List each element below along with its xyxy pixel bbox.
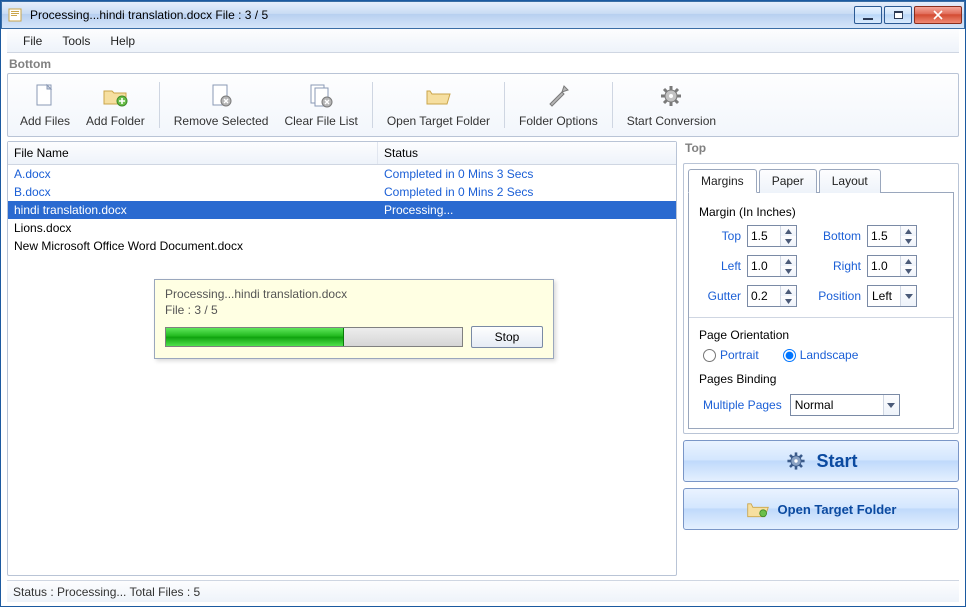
spin-down-icon[interactable] [781,236,796,246]
folder-options-button[interactable]: Folder Options [511,78,606,130]
progress-bar [165,327,463,347]
minimize-button[interactable] [854,6,882,24]
column-status[interactable]: Status [378,142,676,164]
spin-up-icon[interactable] [781,286,796,296]
spin-down-icon[interactable] [781,266,796,276]
clear-list-icon [305,80,337,112]
menu-file[interactable]: File [15,31,50,51]
file-list-panel: File Name Status A.docxCompleted in 0 Mi… [7,141,677,576]
multiple-pages-dropdown[interactable]: Normal [790,394,900,416]
tab-body-margins: Margin (In Inches) Top Bottom Left Right… [688,192,954,429]
table-row[interactable]: Lions.docx [8,219,676,237]
app-icon [8,7,24,23]
toolbar-separator [159,82,160,128]
remove-selected-button[interactable]: Remove Selected [166,78,277,130]
gear-icon [655,80,687,112]
toolbar-separator [372,82,373,128]
margin-left-label: Left [699,259,747,273]
top-panel-label: Top [683,141,959,157]
chevron-down-icon[interactable] [900,286,916,306]
margin-right-label: Right [805,259,867,273]
clear-list-button[interactable]: Clear File List [276,78,365,130]
margin-left-spinner[interactable] [747,255,797,277]
orientation-landscape-radio[interactable]: Landscape [783,348,859,362]
window-title: Processing...hindi translation.docx File… [30,8,854,22]
tab-margins[interactable]: Margins [688,169,757,193]
spin-down-icon[interactable] [901,266,916,276]
table-row-selected[interactable]: hindi translation.docxProcessing... [8,201,676,219]
column-file-name[interactable]: File Name [8,142,378,164]
spin-up-icon[interactable] [781,226,796,236]
maximize-button[interactable] [884,6,912,24]
chevron-down-icon[interactable] [883,395,899,415]
margin-position-dropdown[interactable]: Left [867,285,917,307]
orientation-portrait-radio[interactable]: Portrait [703,348,759,362]
grid-header: File Name Status [8,142,676,165]
status-text: Status : Processing... Total Files : 5 [13,585,200,599]
margins-group-label: Margin (In Inches) [699,205,945,219]
tools-icon [542,80,574,112]
gear-icon [784,449,808,473]
open-target-toolbar-button[interactable]: Open Target Folder [379,78,498,130]
tab-layout[interactable]: Layout [819,169,881,193]
spin-down-icon[interactable] [781,296,796,306]
spin-down-icon[interactable] [901,236,916,246]
bottom-panel-label: Bottom [7,53,959,73]
file-add-icon [29,80,61,112]
spin-up-icon[interactable] [901,256,916,266]
margin-position-label: Position [805,289,867,303]
progress-bar-fill [166,328,344,346]
folder-open-icon [746,499,770,519]
binding-group-label: Pages Binding [699,372,945,386]
spin-up-icon[interactable] [781,256,796,266]
stop-button[interactable]: Stop [471,326,543,348]
grid-body[interactable]: A.docxCompleted in 0 Mins 3 Secs B.docxC… [8,165,676,575]
titlebar[interactable]: Processing...hindi translation.docx File… [1,1,965,29]
add-folder-button[interactable]: Add Folder [78,78,153,130]
orientation-group-label: Page Orientation [699,328,945,342]
multiple-pages-label: Multiple Pages [703,398,782,412]
toolbar-panel: Add Files Add Folder Remove Selected Cle… [7,73,959,137]
statusbar: Status : Processing... Total Files : 5 [7,580,959,602]
table-row[interactable]: New Microsoft Office Word Document.docx [8,237,676,255]
menu-tools[interactable]: Tools [54,31,98,51]
table-row[interactable]: A.docxCompleted in 0 Mins 3 Secs [8,165,676,183]
progress-text-line2: File : 3 / 5 [165,302,543,318]
start-button[interactable]: Start [683,440,959,482]
file-remove-icon [205,80,237,112]
start-conversion-button[interactable]: Start Conversion [619,78,724,130]
margin-bottom-spinner[interactable] [867,225,917,247]
tabs: Margins Paper Layout [688,168,954,192]
toolbar-separator [504,82,505,128]
close-button[interactable] [914,6,962,24]
add-files-button[interactable]: Add Files [12,78,78,130]
table-row[interactable]: B.docxCompleted in 0 Mins 2 Secs [8,183,676,201]
folder-open-icon [422,80,454,112]
tab-paper[interactable]: Paper [759,169,817,193]
open-target-folder-button[interactable]: Open Target Folder [683,488,959,530]
progress-text-line1: Processing...hindi translation.docx [165,286,543,302]
app-window: Processing...hindi translation.docx File… [0,0,966,607]
toolbar-separator [612,82,613,128]
settings-panel: Margins Paper Layout Margin (In Inches) … [683,163,959,434]
separator [689,317,953,318]
margin-bottom-label: Bottom [805,229,867,243]
margin-top-label: Top [699,229,747,243]
menu-help[interactable]: Help [102,31,143,51]
menubar: File Tools Help [7,29,959,53]
margin-top-spinner[interactable] [747,225,797,247]
progress-dialog: Processing...hindi translation.docx File… [154,279,554,359]
folder-add-icon [99,80,131,112]
margin-gutter-spinner[interactable] [747,285,797,307]
margin-right-spinner[interactable] [867,255,917,277]
margin-gutter-label: Gutter [699,289,747,303]
spin-up-icon[interactable] [901,226,916,236]
